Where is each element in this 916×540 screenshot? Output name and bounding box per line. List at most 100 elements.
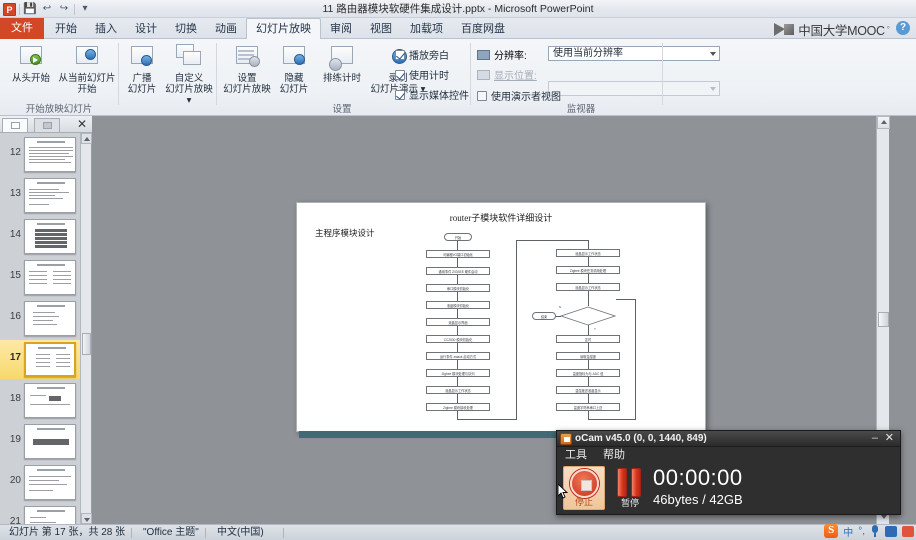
list-item[interactable]: 18 — [0, 381, 80, 420]
tab-baidu-netdisk[interactable]: 百度网盘 — [452, 19, 514, 39]
rehearse-timings-button[interactable]: 排练计时 — [315, 43, 369, 84]
tab-outline[interactable] — [34, 118, 60, 132]
ribbon-tab-row: 文件 开始 插入 设计 切换 动画 幻灯片放映 审阅 视图 加载项 百度网盘 中… — [0, 18, 916, 39]
ocam-close-button[interactable]: ✕ — [885, 432, 894, 445]
setup-slideshow-button[interactable]: 设置 幻灯片放映 — [221, 43, 273, 95]
ocam-title-bar[interactable]: oCam v45.0 (0, 0, 1440, 849) – ✕ — [557, 431, 900, 447]
slide-position-status: 幻灯片 第 17 张，共 28 张 — [9, 527, 126, 538]
tab-insert[interactable]: 插入 — [86, 19, 126, 39]
flow-node: 温湿度送液晶显示 — [556, 386, 620, 394]
checkbox-icon — [477, 90, 487, 101]
setup-slideshow-label-2: 幻灯片放映 — [223, 84, 271, 95]
play-narrations-checkbox[interactable]: 播放旁白 — [395, 47, 449, 62]
ocam-minimize-button[interactable]: – — [872, 433, 878, 444]
thumbnail-scrollbar[interactable] — [80, 133, 92, 524]
list-item[interactable]: 14 — [0, 217, 80, 256]
microphone-icon[interactable] — [870, 525, 880, 537]
hide-slide-label-1: 隐藏 — [284, 73, 304, 84]
thumbnail-preview — [24, 506, 76, 524]
stop-button[interactable]: 停止 — [563, 466, 605, 510]
customize-qat-icon[interactable]: ▾ — [78, 2, 92, 16]
pause-label: 暂停 — [620, 498, 639, 508]
show-media-controls-checkbox[interactable]: 显示媒体控件 — [395, 87, 469, 102]
slide-panel-header: ✕ — [0, 116, 92, 133]
from-current-slide-button[interactable]: 从当前幻灯片 开始 — [58, 43, 116, 95]
broadcast-slideshow-button[interactable]: 广播 幻灯片 — [123, 43, 161, 95]
toolbox-icon[interactable] — [902, 525, 914, 537]
ocam-recorder-window[interactable]: oCam v45.0 (0, 0, 1440, 849) – ✕ 工具 帮助 停… — [556, 430, 901, 515]
thumbnail-preview — [24, 137, 76, 172]
pause-button[interactable]: 暂停 — [613, 466, 647, 510]
save-icon[interactable]: 💾 — [23, 2, 37, 16]
help-icon[interactable]: ? — [896, 21, 910, 35]
flow-node: 串口模块初始化 — [426, 284, 490, 292]
tab-transitions[interactable]: 切换 — [166, 19, 206, 39]
undo-icon[interactable]: ↩ — [40, 2, 54, 16]
tab-home[interactable]: 开始 — [46, 19, 86, 39]
keyboard-icon[interactable] — [885, 525, 897, 537]
ocam-menu-tools[interactable]: 工具 — [565, 448, 587, 463]
flow-node: Zigbee 模块任务调用处理 — [556, 266, 620, 274]
thumbnail-number: 20 — [9, 475, 21, 486]
window-title: 11 路由器模块软硬件集成设计.pptx - Microsoft PowerPo… — [322, 3, 594, 15]
ribbon-group-start-slideshow: 从头开始 从当前幻灯片 开始 开始放映幻灯片 — [0, 39, 118, 116]
from-current-slide-icon — [73, 43, 101, 71]
tab-slides[interactable] — [2, 118, 28, 132]
tab-animations[interactable]: 动画 — [206, 19, 246, 39]
thumbnail-preview — [24, 465, 76, 500]
divider — [19, 3, 20, 15]
ime-mode-icon[interactable]: 中 — [843, 524, 853, 539]
from-beginning-button[interactable]: 从头开始 — [4, 43, 58, 84]
list-item[interactable]: 16 — [0, 299, 80, 338]
thumbnail-list[interactable]: 12 13 14 15 16 17 18 19 20 21 — [0, 133, 80, 524]
resolution-dropdown[interactable]: 使用当前分辨率 — [548, 46, 720, 61]
display-on-dropdown[interactable] — [548, 81, 720, 96]
redo-icon[interactable]: ↪ — [57, 2, 71, 16]
tab-review[interactable]: 审阅 — [321, 19, 361, 39]
tab-slideshow[interactable]: 幻灯片放映 — [246, 18, 321, 39]
scroll-up-button[interactable] — [81, 133, 92, 144]
scroll-up-button[interactable] — [877, 116, 890, 129]
tab-addins[interactable]: 加载项 — [401, 19, 452, 39]
ocam-app-icon — [560, 433, 572, 445]
tab-view[interactable]: 视图 — [361, 19, 401, 39]
chevron-down-icon — [710, 87, 716, 91]
scrollbar-thumb[interactable] — [878, 312, 889, 327]
list-item[interactable]: 19 — [0, 422, 80, 461]
custom-slideshow-button[interactable]: 自定义 幻灯片放映 ▾ — [163, 43, 215, 106]
ime-punctuation-icon[interactable]: °, — [858, 526, 865, 537]
flow-node: 液晶显示工作状态 — [556, 283, 620, 291]
ime-toolbar[interactable]: S 中 °, — [824, 522, 914, 540]
current-slide[interactable]: router子模块软件详细设计 主程序模块设计 开始 可编程I/O端口初始化 通… — [296, 202, 707, 438]
flow-node: 温度指标为与 ADC 值 — [556, 369, 620, 377]
use-timings-checkbox[interactable]: 使用计时 — [395, 67, 449, 82]
thumbnail-number: 19 — [9, 434, 21, 445]
broadcast-label-2: 幻灯片 — [127, 84, 157, 95]
hide-slide-button[interactable]: 隐藏 幻灯片 — [273, 43, 315, 95]
group-label-monitor: 监视器 — [566, 104, 596, 115]
flow-decision-no-label: N — [555, 303, 565, 309]
scrollbar-thumb[interactable] — [82, 333, 91, 355]
list-item[interactable]: 15 — [0, 258, 80, 297]
thumbnail-number: 18 — [9, 393, 21, 404]
ocam-menu-help[interactable]: 帮助 — [603, 448, 625, 463]
mooc-degree-icon: ° — [886, 25, 890, 34]
thumbnail-preview — [24, 260, 76, 295]
list-item[interactable]: 20 — [0, 463, 80, 502]
list-item[interactable]: 12 — [0, 135, 80, 174]
flow-node-end: 结束 — [532, 312, 556, 320]
scroll-down-button[interactable] — [81, 513, 92, 524]
custom-slideshow-icon — [175, 43, 203, 71]
flow-node: 开始 — [444, 233, 472, 241]
tab-design[interactable]: 设计 — [126, 19, 166, 39]
ribbon-group-monitor: 分辨率: 使用当前分辨率 显示位置: 使用演示者视图 监视器 — [471, 39, 720, 116]
divider — [662, 43, 663, 105]
recording-timer: 00:00:00 — [653, 465, 743, 490]
list-item-selected[interactable]: 17 — [0, 340, 80, 379]
list-item[interactable]: 21 — [0, 504, 80, 524]
list-item[interactable]: 13 — [0, 176, 80, 215]
sogou-logo-icon[interactable]: S — [824, 524, 839, 538]
close-panel-icon[interactable]: ✕ — [77, 118, 87, 131]
tab-file[interactable]: 文件 — [0, 18, 44, 39]
divider — [283, 528, 284, 538]
